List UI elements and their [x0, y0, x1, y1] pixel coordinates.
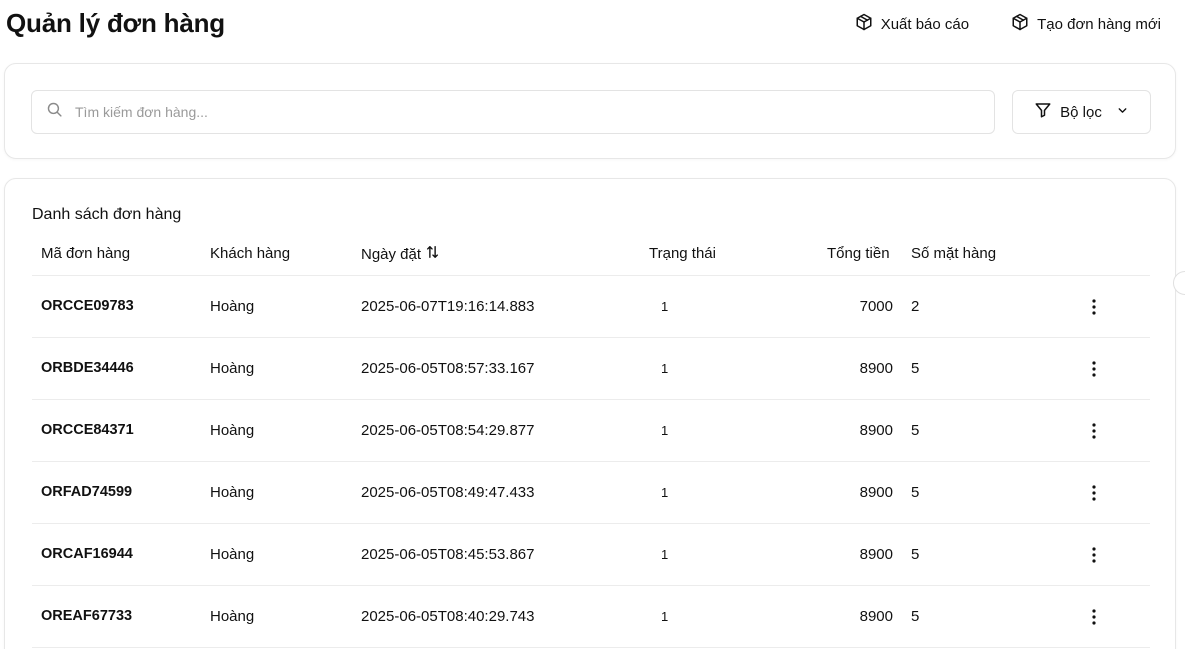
more-vertical-icon: [1092, 361, 1096, 377]
column-header-status[interactable]: Trạng thái: [649, 245, 716, 262]
table-row[interactable]: ORFAD74599 Hoàng 2025-06-05T08:49:47.433…: [32, 462, 1150, 524]
row-more-actions-button[interactable]: [1080, 479, 1108, 507]
create-order-label: Tạo đơn hàng mới: [1037, 15, 1161, 33]
more-vertical-icon: [1092, 547, 1096, 563]
order-status: 1: [661, 547, 669, 562]
row-more-actions-button[interactable]: [1080, 417, 1108, 445]
page-title: Quản lý đơn hàng: [6, 8, 225, 38]
chevron-down-icon: [1110, 104, 1129, 121]
order-code: ORFAD74599: [41, 484, 133, 500]
order-total: 8900: [859, 546, 893, 563]
search-box: [31, 90, 995, 134]
order-total: 8900: [859, 422, 893, 439]
more-vertical-icon: [1092, 423, 1096, 439]
table-row[interactable]: ORCAF16944 Hoàng 2025-06-05T08:45:53.867…: [32, 524, 1150, 586]
table-row[interactable]: ORCCE84371 Hoàng 2025-06-05T08:54:29.877…: [32, 400, 1150, 462]
table-row[interactable]: ORBDE34446 Hoàng 2025-06-05T08:57:33.167…: [32, 338, 1150, 400]
order-code: ORCCE09783: [41, 298, 134, 314]
filter-label: Bộ lọc: [1060, 103, 1102, 121]
export-report-label: Xuất báo cáo: [880, 15, 970, 33]
order-items-count: 5: [911, 546, 920, 563]
order-items-count: 2: [911, 298, 920, 315]
column-header-code[interactable]: Mã đơn hàng: [41, 245, 130, 262]
header-actions: Xuất báo cáo Tạo đơn hàng mới: [855, 13, 1161, 35]
order-date: 2025-06-05T08:40:29.743: [361, 608, 535, 625]
order-total: 8900: [859, 608, 893, 625]
order-customer: Hoàng: [210, 484, 255, 501]
order-code: ORCAF16944: [41, 546, 133, 562]
create-order-button[interactable]: Tạo đơn hàng mới: [1011, 13, 1161, 35]
column-header-items[interactable]: Số mặt hàng: [911, 245, 996, 262]
row-more-actions-button[interactable]: [1080, 603, 1108, 631]
order-date: 2025-06-05T08:57:33.167: [361, 360, 535, 377]
order-date: 2025-06-05T08:45:53.867: [361, 546, 535, 563]
table-row[interactable]: OREAF67733 Hoàng 2025-06-05T08:40:29.743…: [32, 586, 1150, 648]
search-card: Bộ lọc: [4, 63, 1176, 159]
order-status: 1: [661, 299, 669, 314]
column-header-customer[interactable]: Khách hàng: [210, 245, 290, 262]
more-vertical-icon: [1092, 299, 1096, 315]
order-customer: Hoàng: [210, 360, 255, 377]
order-items-count: 5: [911, 608, 920, 625]
row-more-actions-button[interactable]: [1080, 355, 1108, 383]
table-body: ORCCE09783 Hoàng 2025-06-07T19:16:14.883…: [32, 276, 1150, 648]
orders-card: Danh sách đơn hàng Mã đơn hàng Khách hàn…: [4, 178, 1176, 649]
sort-arrows-icon[interactable]: [426, 245, 439, 263]
table-header: Mã đơn hàng Khách hàng Ngày đặt Trạng th…: [32, 236, 1150, 276]
order-items-count: 5: [911, 484, 920, 501]
order-status: 1: [661, 609, 669, 624]
table-row[interactable]: ORCCE09783 Hoàng 2025-06-07T19:16:14.883…: [32, 276, 1150, 338]
more-vertical-icon: [1092, 485, 1096, 501]
search-icon: [46, 101, 63, 123]
order-items-count: 5: [911, 360, 920, 377]
row-more-actions-button[interactable]: [1080, 293, 1108, 321]
funnel-icon: [1034, 101, 1052, 123]
order-customer: Hoàng: [210, 298, 255, 315]
order-items-count: 5: [911, 422, 920, 439]
order-total: 8900: [859, 484, 893, 501]
orders-list-title: Danh sách đơn hàng: [32, 206, 182, 223]
order-customer: Hoàng: [210, 422, 255, 439]
search-input[interactable]: [75, 104, 935, 120]
filter-button[interactable]: Bộ lọc: [1012, 90, 1151, 134]
order-code: OREAF67733: [41, 608, 133, 624]
row-more-actions-button[interactable]: [1080, 541, 1108, 569]
order-date: 2025-06-05T08:49:47.433: [361, 484, 535, 501]
column-header-total[interactable]: Tổng tiền: [827, 245, 890, 262]
order-code: ORCCE84371: [41, 422, 134, 438]
order-date: 2025-06-07T19:16:14.883: [361, 298, 535, 315]
order-customer: Hoàng: [210, 608, 255, 625]
export-report-button[interactable]: Xuất báo cáo: [855, 13, 969, 35]
more-vertical-icon: [1092, 609, 1096, 625]
order-date: 2025-06-05T08:54:29.877: [361, 422, 535, 439]
order-status: 1: [661, 485, 669, 500]
order-status: 1: [661, 423, 669, 438]
order-code: ORBDE34446: [41, 360, 134, 376]
order-status: 1: [661, 361, 669, 376]
order-total: 7000: [859, 298, 893, 315]
column-header-date[interactable]: Ngày đặt: [361, 245, 439, 263]
order-customer: Hoàng: [210, 546, 255, 563]
box-icon: [1011, 13, 1029, 35]
order-total: 8900: [859, 360, 893, 377]
column-header-date-label: Ngày đặt: [361, 245, 422, 263]
box-icon: [855, 13, 873, 35]
